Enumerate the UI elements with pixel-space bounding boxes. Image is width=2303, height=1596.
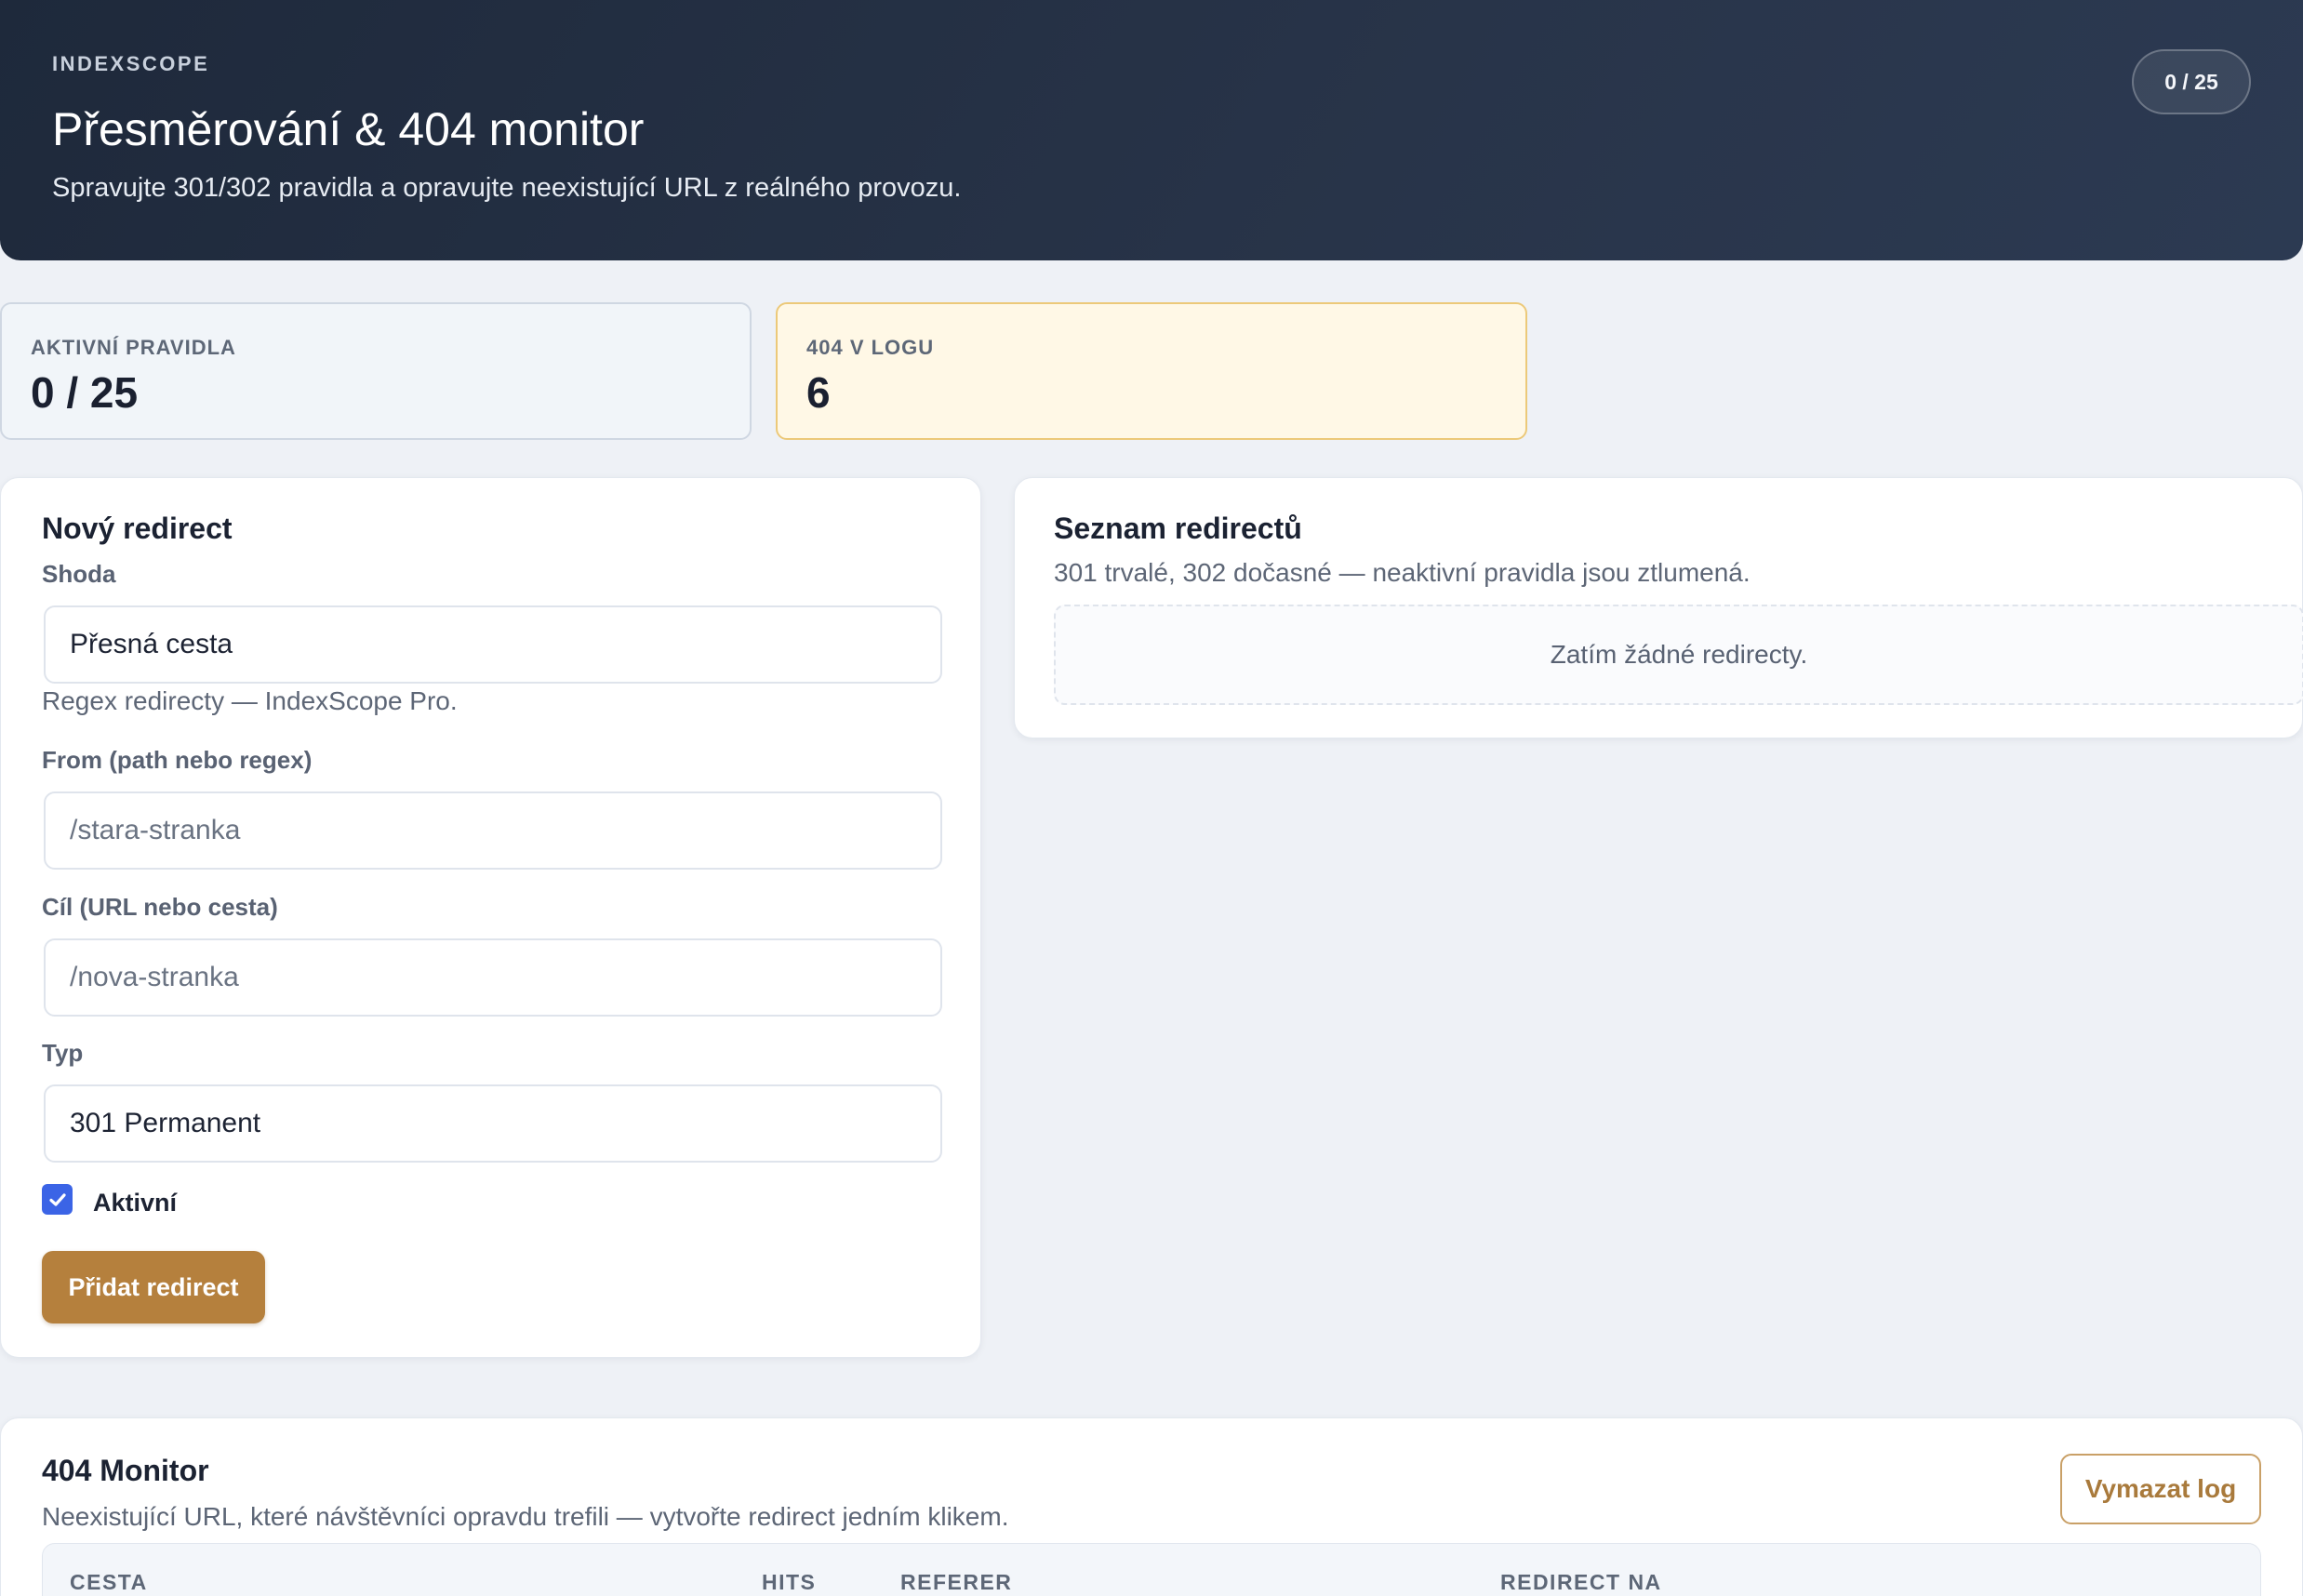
- brand-eyebrow: INDEXSCOPE: [52, 52, 210, 75]
- page-subtitle: Spravujte 301/302 pravidla a opravujte n…: [52, 173, 962, 203]
- active-label: Aktivní: [93, 1189, 178, 1217]
- monitor-table-header: CESTA HITS REFERER REDIRECT NA: [42, 1543, 2261, 1596]
- match-label: Shoda: [42, 560, 116, 588]
- page-title: Přesměrování & 404 monitor: [52, 103, 645, 155]
- monitor-card: 404 Monitor Neexistující URL, které návš…: [0, 1417, 2303, 1596]
- redirect-list-empty: Zatím žádné redirecty.: [1054, 605, 2303, 705]
- stat-active-rules: AKTIVNÍ PRAVIDLA 0 / 25: [0, 302, 752, 440]
- stat-404-log: 404 V LOGU 6: [776, 302, 1527, 440]
- redirect-list-title: Seznam redirectů: [1054, 512, 1302, 545]
- active-checkbox[interactable]: [42, 1184, 73, 1215]
- monitor-title: 404 Monitor: [42, 1454, 209, 1487]
- column-header-hits[interactable]: HITS: [762, 1570, 816, 1595]
- type-select[interactable]: 301 Permanent: [44, 1084, 942, 1163]
- from-input[interactable]: /stara-stranka: [44, 791, 942, 870]
- page-header: INDEXSCOPE Přesměrování & 404 monitor Sp…: [0, 0, 2303, 260]
- new-redirect-title: Nový redirect: [42, 512, 233, 545]
- stat-value: 0 / 25: [31, 368, 139, 417]
- clear-log-button[interactable]: Vymazat log: [2060, 1454, 2261, 1524]
- add-redirect-button[interactable]: Přidat redirect: [42, 1251, 265, 1323]
- stat-value: 6: [806, 368, 831, 417]
- match-hint: Regex redirecty — IndexScope Pro.: [42, 686, 458, 715]
- column-header-referer[interactable]: REFERER: [900, 1570, 1012, 1595]
- column-header-redirect[interactable]: REDIRECT NA: [1500, 1570, 1662, 1595]
- to-input[interactable]: /nova-stranka: [44, 938, 942, 1017]
- monitor-description: Neexistující URL, které návštěvníci opra…: [42, 1502, 1009, 1531]
- type-label: Typ: [42, 1039, 84, 1067]
- match-select[interactable]: Přesná cesta: [44, 605, 942, 684]
- from-label: From (path nebo regex): [42, 746, 313, 774]
- quota-badge: 0 / 25: [2132, 49, 2251, 114]
- checkmark-icon: [48, 1192, 66, 1206]
- redirect-list-description: 301 trvalé, 302 dočasné — neaktivní prav…: [1054, 558, 1751, 587]
- redirect-list-card: Seznam redirectů 301 trvalé, 302 dočasné…: [1014, 477, 2303, 738]
- new-redirect-card: Nový redirect Shoda Přesná cesta Regex r…: [0, 477, 981, 1358]
- to-label: Cíl (URL nebo cesta): [42, 893, 278, 921]
- stat-label: 404 V LOGU: [806, 336, 935, 359]
- stat-label: AKTIVNÍ PRAVIDLA: [31, 336, 236, 359]
- column-header-path[interactable]: CESTA: [70, 1570, 148, 1595]
